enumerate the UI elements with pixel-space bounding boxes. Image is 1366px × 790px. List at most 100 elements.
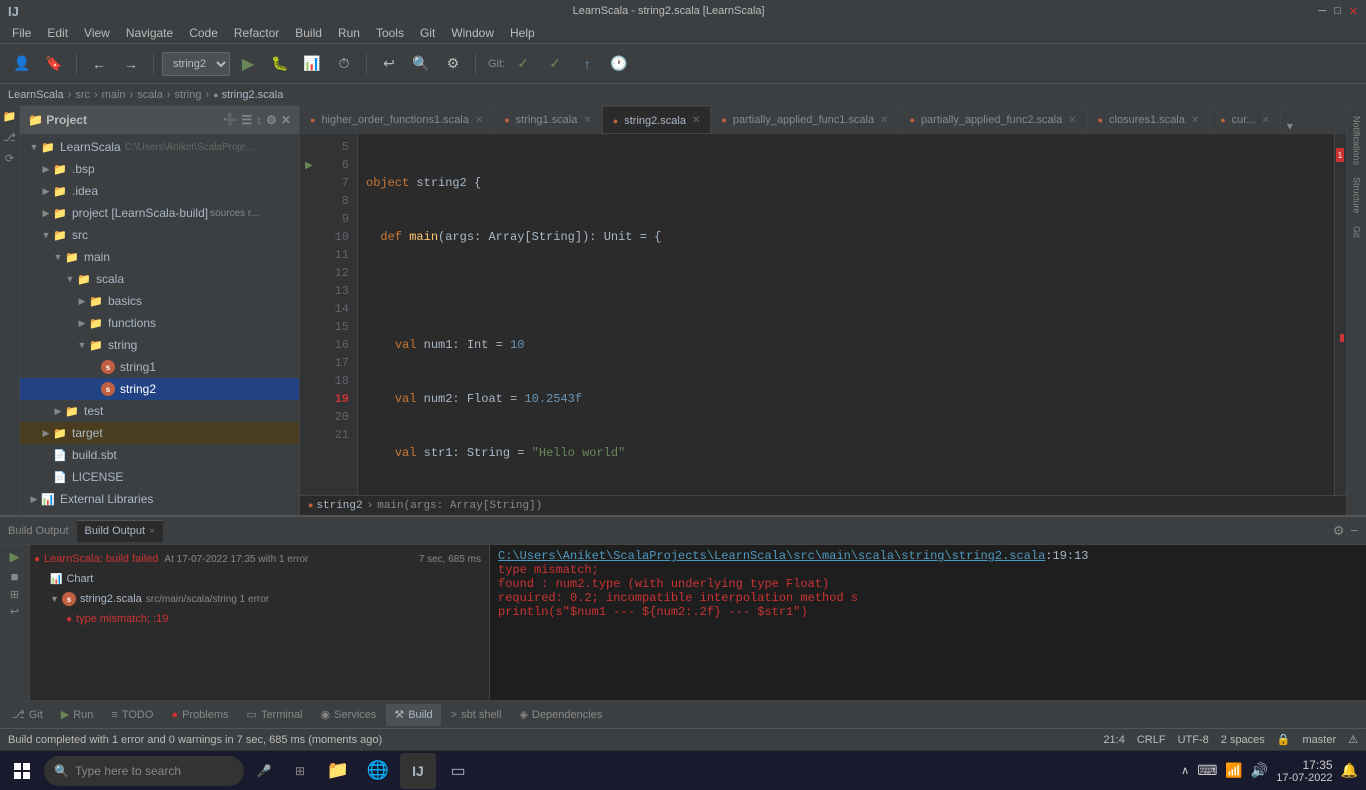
search-btn[interactable]: 🔍 <box>407 50 435 78</box>
status-encoding[interactable]: CRLF <box>1137 734 1166 746</box>
nav-back-btn[interactable]: ← <box>85 50 113 78</box>
pull-requests-icon[interactable]: ⟳ <box>5 152 14 165</box>
file-path-link[interactable]: C:\Users\Aniket\ScalaProjects\LearnScala… <box>498 549 1045 563</box>
git-check-btn[interactable]: ✓ <box>509 50 537 78</box>
tab-higher-order[interactable]: ● higher_order_functions1.scala ✕ <box>300 107 494 133</box>
build-rerun-btn[interactable]: ▶ <box>10 549 20 565</box>
notification-bell-icon[interactable]: 🔔 <box>1341 762 1358 779</box>
menu-file[interactable]: File <box>4 22 39 43</box>
project-settings-icon[interactable]: ⚙ <box>266 113 277 127</box>
tab-close-higher-order[interactable]: ✕ <box>475 115 483 126</box>
tree-build-sbt[interactable]: 📄 build.sbt <box>20 444 299 466</box>
tool-git[interactable]: ⎇ Git <box>4 704 51 726</box>
bc-main[interactable]: main <box>102 89 126 101</box>
menu-code[interactable]: Code <box>181 22 226 43</box>
build-filter-btn[interactable]: ⊞ <box>10 588 19 601</box>
menu-tools[interactable]: Tools <box>368 22 412 43</box>
terminal-taskbar-btn[interactable]: ▭ <box>440 753 476 789</box>
git-sidebar-tab[interactable]: Git <box>1350 220 1364 244</box>
tree-external-libs[interactable]: ▶ 📊 External Libraries <box>20 488 299 510</box>
build-minimize-btn[interactable]: − <box>1350 523 1358 538</box>
start-btn[interactable] <box>4 753 40 789</box>
menu-refactor[interactable]: Refactor <box>226 22 287 43</box>
status-indent[interactable]: 2 spaces <box>1221 734 1265 746</box>
git-activity-icon[interactable]: ⎇ <box>3 131 16 144</box>
menu-git[interactable]: Git <box>412 22 443 43</box>
project-close-btn[interactable]: ✕ <box>281 113 291 127</box>
tree-scala[interactable]: ▼ 📁 scala <box>20 268 299 290</box>
tool-sbt-shell[interactable]: > sbt shell <box>443 704 510 726</box>
maximize-window-btn[interactable]: □ <box>1334 5 1341 18</box>
tab-close-closures1[interactable]: ✕ <box>1191 115 1199 126</box>
undo-btn[interactable]: ↩ <box>375 50 403 78</box>
run-config-dropdown[interactable]: string2 <box>162 52 230 76</box>
build-error-root[interactable]: ● LearnScala: build failed At 17-07-2022… <box>30 549 489 569</box>
tree-idea[interactable]: ▶ 📁 .idea <box>20 180 299 202</box>
tool-services[interactable]: ◉ Services <box>313 704 385 726</box>
tree-project-build[interactable]: ▶ 📁 project [LearnScala-build] sources r… <box>20 202 299 224</box>
tool-dependencies[interactable]: ◈ Dependencies <box>511 704 610 726</box>
coverage-btn[interactable]: 📊 <box>298 50 326 78</box>
taskview-btn[interactable]: ⊞ <box>284 755 316 787</box>
menu-view[interactable]: View <box>76 22 118 43</box>
tree-scratches[interactable]: ▶ 📋 Scratches and Consoles <box>20 510 299 515</box>
status-charset[interactable]: UTF-8 <box>1178 734 1209 746</box>
tab-close-partially1[interactable]: ✕ <box>880 115 888 126</box>
tree-main[interactable]: ▼ 📁 main <box>20 246 299 268</box>
tree-test[interactable]: ▶ 📁 test <box>20 400 299 422</box>
clock[interactable]: 17:35 17-07-2022 <box>1276 758 1332 784</box>
explorer-btn[interactable]: 📁 <box>320 753 356 789</box>
cortana-btn[interactable]: 🎤 <box>248 755 280 787</box>
tab-cur[interactable]: ● cur... ✕ <box>1210 107 1281 133</box>
bc-src[interactable]: src <box>75 89 90 101</box>
bc-scala[interactable]: scala <box>137 89 163 101</box>
tab-close-partially2[interactable]: ✕ <box>1068 115 1076 126</box>
git-clock-btn[interactable]: 🕐 <box>605 50 633 78</box>
menu-run[interactable]: Run <box>330 22 368 43</box>
tab-string2[interactable]: ● string2.scala ✕ <box>603 107 712 133</box>
project-sort-btn[interactable]: ↕ <box>256 113 262 127</box>
menu-window[interactable]: Window <box>443 22 502 43</box>
bc-string[interactable]: string <box>175 89 202 101</box>
taskbar-up-icon[interactable]: ∧ <box>1181 764 1189 777</box>
tree-license[interactable]: 📄 LICENSE <box>20 466 299 488</box>
build-wrap-btn[interactable]: ↩ <box>10 605 19 618</box>
build-output-tab[interactable]: Build Output × <box>77 520 163 542</box>
status-vcs[interactable]: master <box>1303 734 1337 746</box>
notifications-tab[interactable]: Notifications <box>1350 110 1364 171</box>
build-type-mismatch[interactable]: ● type mismatch; :19 <box>30 609 489 629</box>
tree-functions[interactable]: ▶ 📁 functions <box>20 312 299 334</box>
intellij-btn[interactable]: IJ <box>400 753 436 789</box>
project-add-btn[interactable]: ➕ <box>222 113 237 127</box>
project-settings-btn[interactable]: 👤 <box>8 50 36 78</box>
search-bar[interactable]: 🔍 Type here to search <box>44 756 244 786</box>
close-window-btn[interactable]: ✕ <box>1349 5 1358 18</box>
chrome-btn[interactable]: 🌐 <box>360 753 396 789</box>
git-check2-btn[interactable]: ✓ <box>541 50 569 78</box>
tree-string2[interactable]: s string2 <box>20 378 299 400</box>
tool-build[interactable]: ⚒ Build <box>386 704 440 726</box>
menu-navigate[interactable]: Navigate <box>118 22 181 43</box>
build-chart[interactable]: 📊 Chart <box>30 569 489 589</box>
tree-string1[interactable]: s string1 <box>20 356 299 378</box>
structure-tab[interactable]: Structure <box>1350 171 1364 220</box>
gutter-6[interactable]: ▶ <box>300 156 318 174</box>
build-string2-error[interactable]: ▼ s string2.scala src/main/scala/string … <box>30 589 489 609</box>
profile-btn[interactable]: ⏱ <box>330 50 358 78</box>
menu-help[interactable]: Help <box>502 22 543 43</box>
code-content[interactable]: object string2 { def main(args: Array[St… <box>358 134 1334 495</box>
tool-todo[interactable]: ≡ TODO <box>103 704 161 726</box>
nav-fwd-btn[interactable]: → <box>117 50 145 78</box>
tab-closures1[interactable]: ● closures1.scala ✕ <box>1088 107 1211 133</box>
tab-partially2[interactable]: ● partially_applied_func2.scala ✕ <box>899 107 1087 133</box>
run-btn[interactable]: ▶ <box>234 50 262 78</box>
build-settings-btn[interactable]: ⚙ <box>1333 523 1345 539</box>
tree-basics[interactable]: ▶ 📁 basics <box>20 290 299 312</box>
debug-btn[interactable]: 🐛 <box>266 50 294 78</box>
bookmark-btn[interactable]: 🔖 <box>40 50 68 78</box>
build-stop-btn[interactable]: ■ <box>11 569 19 584</box>
tab-close-string2[interactable]: ✕ <box>692 115 700 126</box>
project-layout-btn[interactable]: ☰ <box>241 113 252 127</box>
tree-src[interactable]: ▼ 📁 src <box>20 224 299 246</box>
tab-close-cur[interactable]: ✕ <box>1262 115 1270 126</box>
